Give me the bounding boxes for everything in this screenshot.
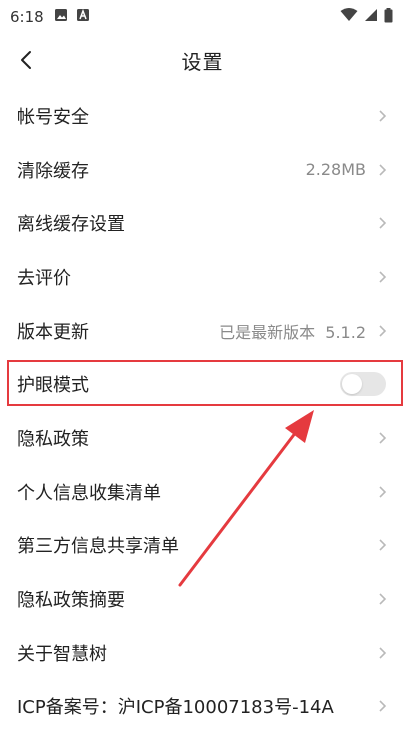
settings-item-label: 隐私政策 bbox=[17, 428, 89, 450]
settings-item-label: 离线缓存设置 bbox=[17, 214, 125, 236]
settings-item-label: ICP备案号：沪ICP备10007183号-14A bbox=[17, 697, 334, 719]
settings-item-label: 个人信息收集清单 bbox=[17, 482, 161, 504]
version-status-value: 已是最新版本 5.1.2 bbox=[219, 322, 366, 342]
settings-item-rate[interactable]: 去评价 bbox=[0, 250, 405, 304]
chevron-right-icon bbox=[379, 432, 387, 444]
settings-item-third-party-sharing[interactable]: 第三方信息共享清单 bbox=[0, 519, 405, 573]
status-bar: 6:18 bbox=[0, 0, 405, 34]
chevron-right-icon bbox=[379, 271, 387, 283]
settings-item-eye-care-mode: 护眼模式 bbox=[0, 357, 405, 411]
chevron-left-icon bbox=[21, 51, 31, 69]
settings-item-clear-cache[interactable]: 清除缓存 2.28MB bbox=[0, 143, 405, 197]
cache-size-value: 2.28MB bbox=[305, 160, 366, 180]
settings-item-privacy-summary[interactable]: 隐私政策摘要 bbox=[0, 572, 405, 626]
a-app-icon bbox=[76, 8, 90, 26]
chevron-right-icon bbox=[379, 486, 387, 498]
settings-item-offline-cache[interactable]: 离线缓存设置 bbox=[0, 196, 405, 250]
settings-item-icp-record[interactable]: ICP备案号：沪ICP备10007183号-14A bbox=[0, 680, 405, 733]
settings-item-label: 护眼模式 bbox=[17, 375, 89, 397]
chevron-right-icon bbox=[379, 593, 387, 605]
chevron-right-icon bbox=[379, 325, 387, 337]
toggle-knob bbox=[342, 374, 362, 395]
settings-list: 帐号安全 清除缓存 2.28MB 离线缓存设置 去评价 版本更新 已是最新版本 … bbox=[0, 89, 405, 733]
settings-item-personal-info-list[interactable]: 个人信息收集清单 bbox=[0, 465, 405, 519]
settings-item-label: 关于智慧树 bbox=[17, 643, 107, 665]
settings-item-label: 版本更新 bbox=[17, 321, 89, 343]
chevron-right-icon bbox=[379, 110, 387, 122]
chevron-right-icon bbox=[379, 539, 387, 551]
settings-item-version-update[interactable]: 版本更新 已是最新版本 5.1.2 bbox=[0, 304, 405, 358]
settings-item-label: 去评价 bbox=[17, 267, 71, 289]
image-icon bbox=[54, 8, 68, 26]
battery-icon bbox=[384, 7, 393, 27]
settings-item-label: 清除缓存 bbox=[17, 160, 89, 182]
chevron-right-icon bbox=[379, 163, 387, 176]
chevron-right-icon bbox=[379, 217, 387, 229]
back-button[interactable] bbox=[12, 46, 40, 74]
settings-item-account-security[interactable]: 帐号安全 bbox=[0, 89, 405, 143]
wifi-icon bbox=[340, 8, 358, 26]
settings-item-privacy-policy[interactable]: 隐私政策 bbox=[0, 411, 405, 465]
nav-bar: 设置 bbox=[0, 34, 405, 86]
eye-care-toggle[interactable] bbox=[340, 372, 386, 397]
signal-icon bbox=[364, 8, 378, 26]
settings-item-label: 第三方信息共享清单 bbox=[17, 536, 179, 558]
chevron-right-icon bbox=[379, 700, 387, 712]
status-time: 6:18 bbox=[10, 8, 44, 26]
chevron-right-icon bbox=[379, 647, 387, 659]
settings-item-about[interactable]: 关于智慧树 bbox=[0, 626, 405, 680]
settings-item-label: 隐私政策摘要 bbox=[17, 590, 125, 612]
page-title: 设置 bbox=[181, 49, 224, 74]
settings-item-label: 帐号安全 bbox=[17, 106, 89, 128]
